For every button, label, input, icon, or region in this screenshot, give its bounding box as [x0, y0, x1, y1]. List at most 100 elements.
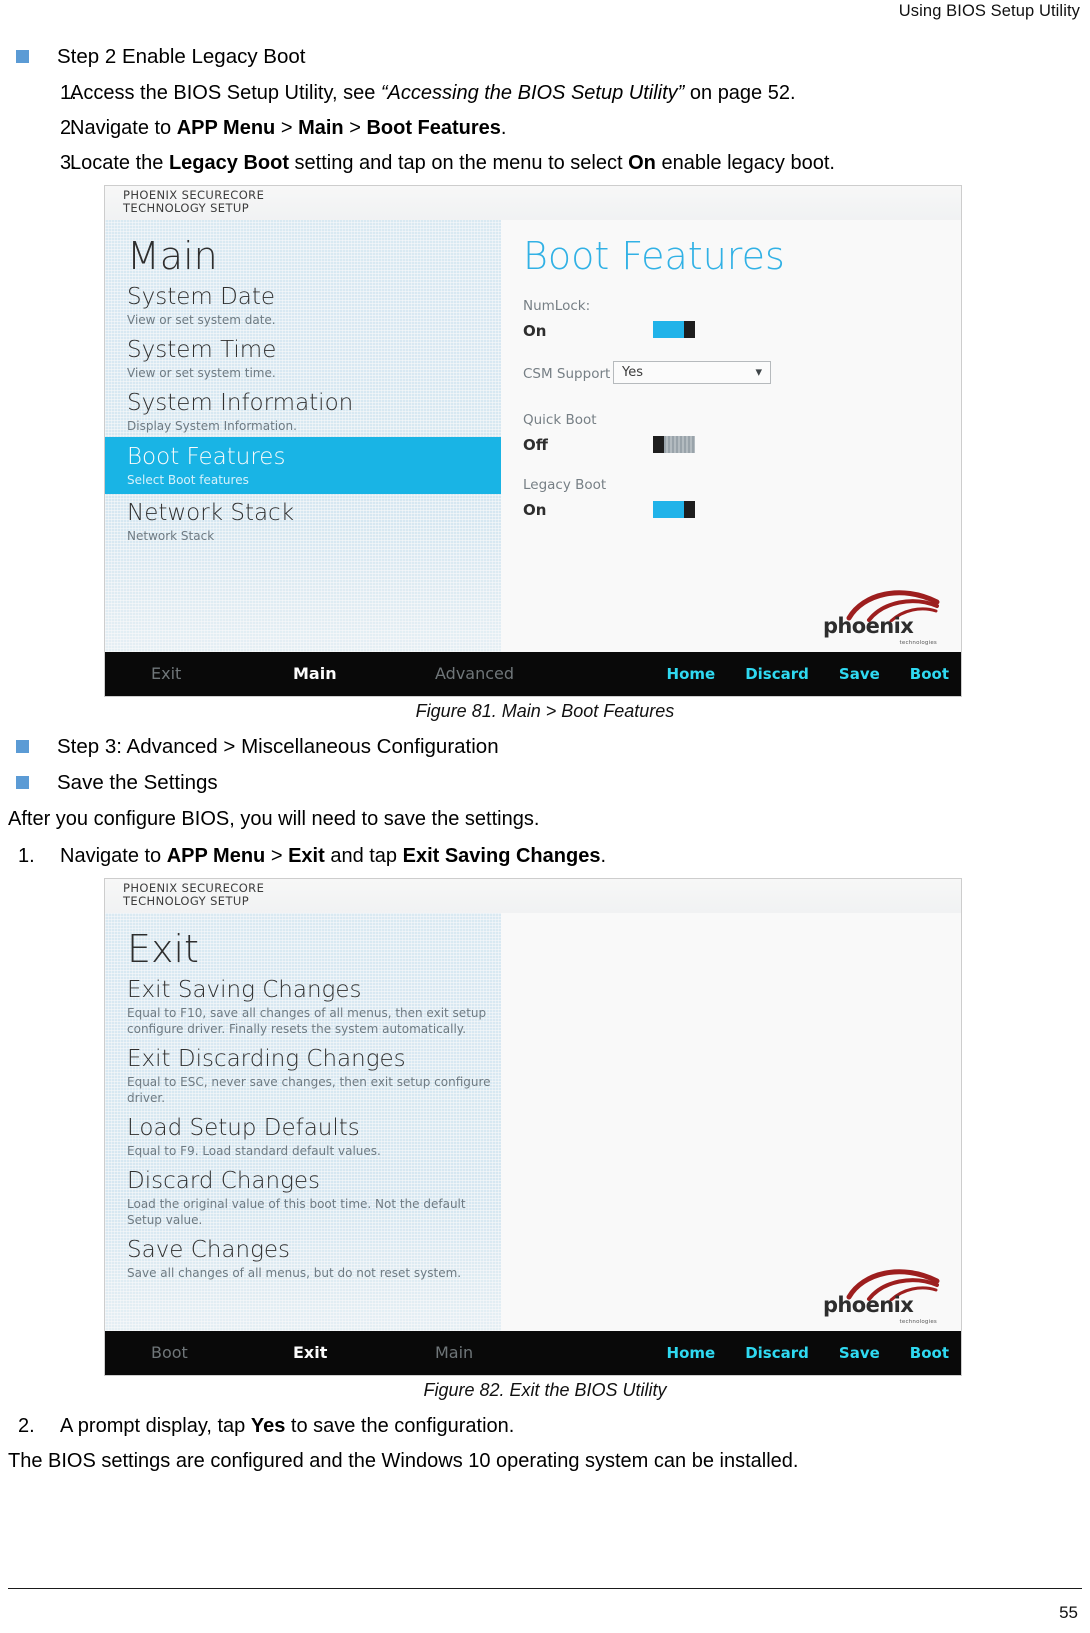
text-run: Navigate to	[60, 845, 167, 867]
list-item-number: 1.	[18, 845, 35, 867]
closing-paragraph: The BIOS settings are configured and the…	[8, 1450, 799, 1472]
bios-menu-item-description: Select Boot features	[127, 473, 249, 487]
bios-nav-action-discard[interactable]: Discard	[745, 1344, 809, 1362]
bullet-save-settings: Save the Settings	[8, 768, 1082, 798]
after-numbered-list: 2. A prompt display, tap Yes to save the …	[8, 1411, 1082, 1442]
text-run: setting and tap on the menu to select	[289, 152, 629, 174]
bios-menu-item-system-information[interactable]: System Information Display System Informa…	[105, 384, 501, 437]
bios-menu-item-title: Boot Features	[127, 444, 286, 470]
text-run: APP Menu	[166, 845, 266, 867]
bios-nav-tab-advanced[interactable]: Advanced	[435, 664, 514, 683]
bios-nav-action-save[interactable]: Save	[839, 665, 880, 683]
bios-menu-item-network-stack[interactable]: Network Stack Network Stack	[105, 494, 501, 547]
bios-menu-item-description: Equal to ESC, never save changes, then e…	[127, 1075, 491, 1105]
toggle-knob	[684, 501, 695, 518]
phoenix-wordmark: phoenix	[823, 614, 914, 638]
right-pane-title: Boot Features	[523, 234, 785, 278]
setting-quick-boot-toggle[interactable]	[653, 436, 695, 453]
setting-csm-support-value: Yes	[622, 365, 643, 380]
text-run: Navigate to	[70, 117, 177, 139]
bios-menu-item-boot-features[interactable]: Boot Features Select Boot features	[105, 437, 501, 494]
bios-menu-item-description: Equal to F10, save all changes of all me…	[127, 1006, 487, 1036]
text-run: Boot Features	[366, 117, 501, 139]
save-numbered-list: 1. Navigate to APP Menu > Exit and tap Ex…	[8, 841, 1082, 872]
bios-nav-tab-boot[interactable]: Boot	[151, 1343, 188, 1362]
bullet-step3: Step 3: Advanced > Miscellaneous Configu…	[8, 732, 1082, 762]
text-run: Access the BIOS Setup Utility, see	[70, 82, 381, 104]
numbered-list-item: 2. Navigate to APP Menu > Main > Boot Fea…	[8, 113, 1082, 144]
step2-numbered-list: 1. Access the BIOS Setup Utility, see “Ac…	[8, 78, 1082, 179]
footer-divider	[8, 1588, 1082, 1589]
bios-nav-action-discard[interactable]: Discard	[745, 665, 809, 683]
bios-menu-item-description: View or set system date.	[127, 313, 276, 327]
text-run: >	[265, 845, 289, 867]
text-run: On	[628, 152, 656, 174]
setting-numlock-toggle[interactable]	[653, 321, 695, 338]
bios-menu-item-exit-discarding-changes[interactable]: Exit Discarding Changes Equal to ESC, nev…	[105, 1040, 501, 1109]
bullet-square-icon	[16, 740, 29, 753]
bios-menu-item-description: Load the original value of this boot tim…	[127, 1197, 466, 1227]
bios-menu-item-title: Load Setup Defaults	[127, 1115, 360, 1141]
bios-menu-item-title: System Date	[127, 284, 276, 310]
bios-nav-tab-exit[interactable]: Exit	[293, 1343, 327, 1362]
bios-nav-tab-exit[interactable]: Exit	[151, 664, 181, 683]
text-run: Yes	[250, 1415, 286, 1437]
bios-menu-item-save-changes[interactable]: Save Changes Save all changes of all menu…	[105, 1231, 501, 1284]
bios-menu-item-load-setup-defaults[interactable]: Load Setup Defaults Equal to F9. Load sta…	[105, 1109, 501, 1162]
bios-nav-right: Home Discard Save Boot	[637, 1331, 949, 1375]
text-run: and tap	[324, 845, 403, 867]
setting-quick-boot: Quick Boot Off	[523, 412, 597, 454]
bios-left-pane-exit: Exit Exit Saving Changes Equal to F10, sa…	[105, 913, 501, 1331]
setting-csm-support-dropdown[interactable]: Yes ▾	[613, 361, 771, 384]
setting-legacy-boot: Legacy Boot On	[523, 477, 606, 519]
list-item-number: 2.	[60, 117, 77, 139]
setting-quick-boot-value: Off	[523, 436, 548, 454]
text-run: Legacy Boot	[168, 152, 289, 174]
text-run: Main	[298, 117, 344, 139]
bios-nav-action-home[interactable]: Home	[667, 665, 716, 683]
bios-nav-tab-main[interactable]: Main	[435, 1343, 473, 1362]
list-item-text: Navigate to APP Menu > Main > Boot Featu…	[60, 113, 506, 144]
list-item-text: Locate the Legacy Boot setting and tap o…	[60, 148, 835, 179]
numbered-list-item: 1. Navigate to APP Menu > Exit and tap Ex…	[8, 841, 1082, 872]
page-number: 55	[1059, 1603, 1078, 1622]
bios-menu-item-discard-changes[interactable]: Discard Changes Load the original value o…	[105, 1162, 501, 1231]
left-pane-title: Exit	[127, 927, 199, 971]
bios-bottom-nav: Boot Exit Main Home Discard Save Boot	[105, 1331, 961, 1375]
bios-nav-action-home[interactable]: Home	[667, 1344, 716, 1362]
bullet-step2: Step 2 Enable Legacy Boot	[8, 42, 1082, 72]
bios-menu-item-description: Save all changes of all menus, but do no…	[127, 1266, 462, 1280]
text-run: Exit Saving Changes	[402, 845, 601, 867]
setting-legacy-boot-toggle[interactable]	[653, 501, 695, 518]
bios-menu-item-exit-saving-changes[interactable]: Exit Saving Changes Equal to F10, save al…	[105, 971, 501, 1040]
phoenix-wordmark: phoenix	[823, 1293, 914, 1317]
figure-81-bios-screenshot: PHOENIX SECURECORE TECHNOLOGY SETUP Main…	[104, 185, 962, 697]
bios-nav-action-save[interactable]: Save	[839, 1344, 880, 1362]
main-menu-list: System Date View or set system date. Syste…	[105, 278, 501, 547]
list-item-text: Navigate to APP Menu > Exit and tap Exit…	[50, 841, 606, 872]
list-item-number: 2.	[18, 1415, 35, 1437]
bios-nav-tab-main[interactable]: Main	[293, 664, 337, 683]
bios-menu-item-title: System Information	[127, 390, 354, 416]
setting-quick-boot-label: Quick Boot	[523, 412, 597, 428]
figure-82-bios-screenshot: PHOENIX SECURECORE TECHNOLOGY SETUP Exit…	[104, 878, 962, 1376]
text-run: on page 52.	[684, 82, 796, 104]
phoenix-sub-wordmark: technologies	[899, 1319, 937, 1325]
bios-menu-item-system-time[interactable]: System Time View or set system time.	[105, 331, 501, 384]
numbered-list-item: 2. A prompt display, tap Yes to save the …	[8, 1411, 1082, 1442]
bios-menu-item-title: Exit Saving Changes	[127, 977, 362, 1003]
phoenix-securecore-brand: PHOENIX SECURECORE TECHNOLOGY SETUP	[123, 882, 264, 908]
toggle-track-on	[653, 501, 684, 518]
text-run: A prompt display, tap	[60, 1415, 251, 1437]
text-run: Exit	[288, 845, 325, 867]
bios-menu-item-description: Network Stack	[127, 529, 215, 543]
bios-nav-action-boot[interactable]: Boot	[910, 665, 949, 683]
phoenix-logo: phoenix technologies	[823, 588, 943, 648]
numbered-list-item: 3. Locate the Legacy Boot setting and tap…	[8, 148, 1082, 179]
toggle-track-off	[664, 436, 695, 453]
bios-body: Exit Exit Saving Changes Equal to F10, sa…	[105, 913, 961, 1331]
phoenix-securecore-brand: PHOENIX SECURECORE TECHNOLOGY SETUP	[123, 189, 264, 215]
chevron-down-icon: ▾	[755, 365, 762, 380]
bios-nav-action-boot[interactable]: Boot	[910, 1344, 949, 1362]
bios-menu-item-system-date[interactable]: System Date View or set system date.	[105, 278, 501, 331]
